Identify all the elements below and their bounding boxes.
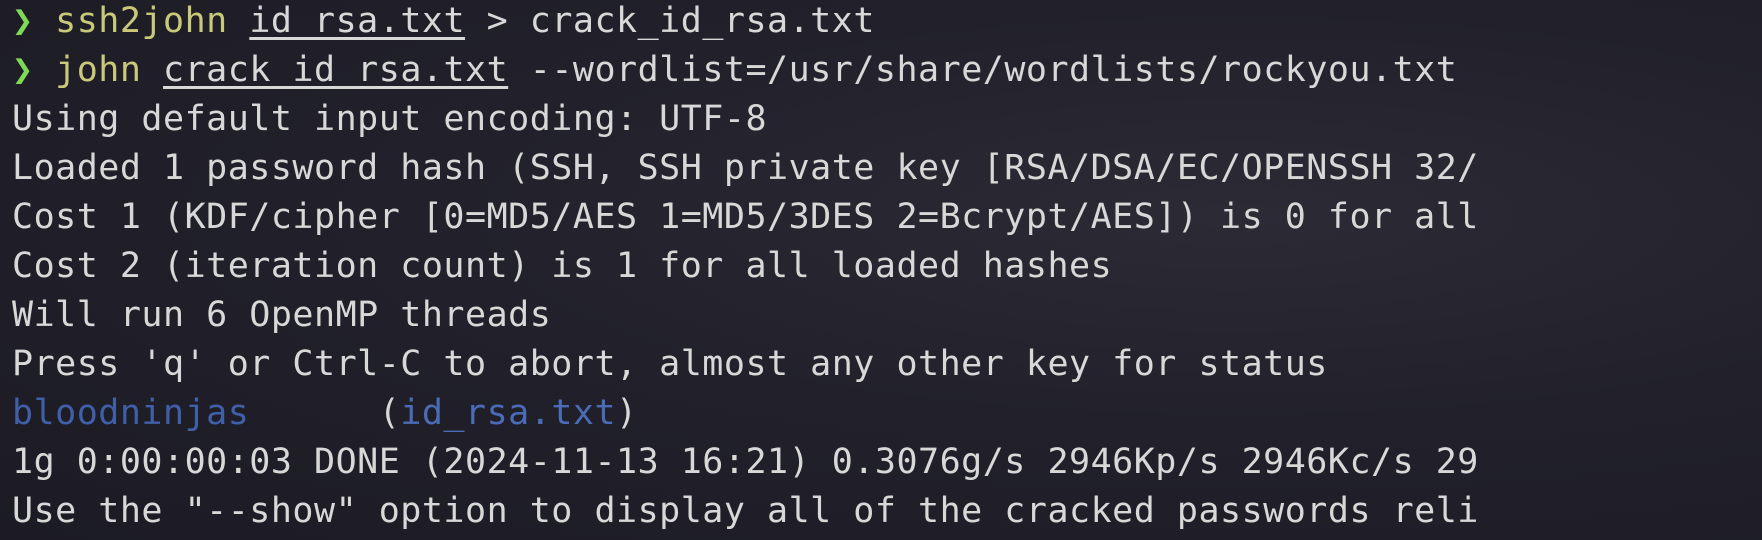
- cracked-password: bloodninjas: [12, 393, 250, 433]
- output-line-press: Press 'q' or Ctrl-C to abort, almost any…: [12, 344, 1328, 384]
- command-file-arg: id_rsa.txt: [249, 1, 466, 41]
- output-line-cost1: Cost 1 (KDF/cipher [0=MD5/AES 1=MD5/3DES…: [12, 197, 1479, 237]
- output-line-encoding: Using default input encoding: UTF-8: [12, 99, 768, 139]
- prompt-icon: ❯: [12, 50, 34, 90]
- output-line-done: 1g 0:00:00:03 DONE (2024-11-13 16:21) 0.…: [12, 442, 1479, 482]
- command-rest: --wordlist=/usr/share/wordlists/rockyou.…: [508, 50, 1458, 90]
- command-line-ssh2john: ❯ ssh2john id_rsa.txt > crack_id_rsa.txt: [12, 0, 1762, 46]
- output-line-show-hint: Use the "--show" option to display all o…: [12, 491, 1479, 531]
- cracked-result-line: bloodninjas (id_rsa.txt): [12, 393, 638, 433]
- output-line-loaded: Loaded 1 password hash (SSH, SSH private…: [12, 148, 1479, 188]
- command-name: ssh2john: [55, 1, 228, 41]
- terminal-window[interactable]: ❯ ssh2john id_rsa.txt > crack_id_rsa.txt…: [0, 0, 1762, 540]
- command-file-arg: crack_id_rsa.txt: [163, 50, 509, 90]
- prompt-icon: ❯: [12, 1, 34, 41]
- command-name: john: [55, 50, 142, 90]
- cracked-file-name: id_rsa.txt: [400, 393, 617, 433]
- command-line-john: ❯ john crack_id_rsa.txt --wordlist=/usr/…: [12, 46, 1762, 95]
- output-line-cost2: Cost 2 (iteration count) is 1 for all lo…: [12, 246, 1113, 286]
- command-rest: > crack_id_rsa.txt: [465, 1, 875, 41]
- output-line-threads: Will run 6 OpenMP threads: [12, 295, 552, 335]
